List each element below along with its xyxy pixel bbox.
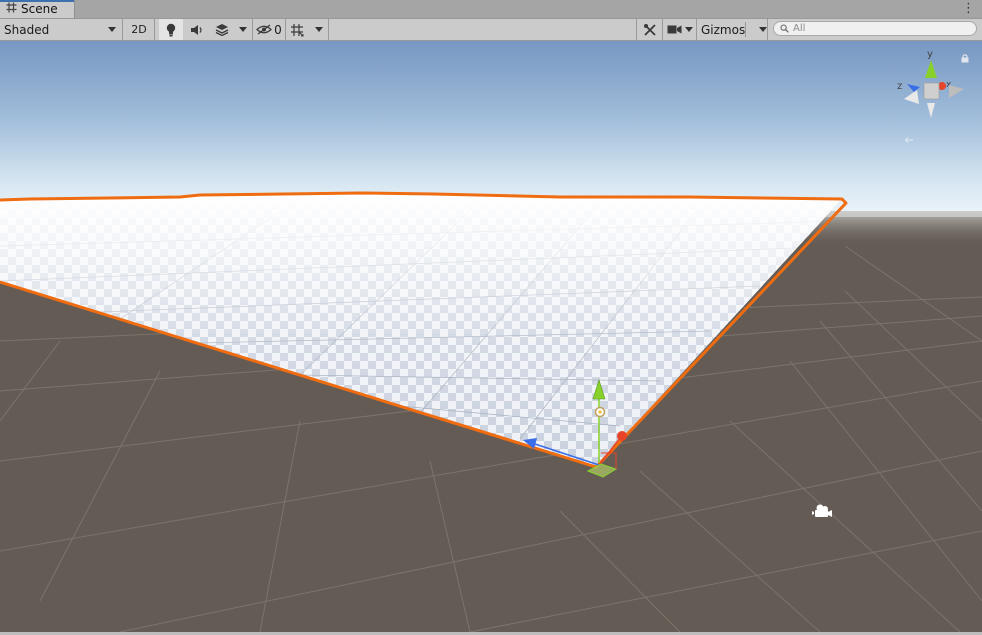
- chevron-down-icon: [239, 27, 247, 32]
- tools-button[interactable]: [639, 19, 661, 40]
- toolbar-divider: [285, 19, 286, 40]
- scene-window: Scene ⋮ Shaded 2D 0 Gizmos All y z x: [0, 0, 982, 635]
- tab-menu-button[interactable]: ⋮: [962, 1, 975, 17]
- search-icon: [780, 24, 789, 33]
- scene-toolbar: Shaded 2D 0 Gizmos All: [0, 19, 982, 41]
- chevron-down-icon: [108, 27, 116, 32]
- tools-icon: [644, 23, 656, 36]
- tab-bar: Scene ⋮: [0, 0, 982, 19]
- gizmos-divider: [745, 22, 746, 37]
- gizmo-neg-z-cone[interactable]: [949, 85, 964, 98]
- gizmos-dropdown[interactable]: Gizmos: [697, 19, 768, 40]
- grid-toggle-button[interactable]: [287, 19, 307, 40]
- sky: [0, 41, 982, 217]
- grid-hash-icon: [6, 2, 17, 16]
- search-input[interactable]: [793, 22, 963, 35]
- toolbar-divider: [154, 19, 155, 40]
- draw-mode-label: Shaded: [4, 22, 50, 37]
- toolbar-divider: [767, 19, 768, 40]
- gizmo-axis-y-label: y: [927, 49, 933, 60]
- gizmo-z-cone[interactable]: [907, 84, 920, 92]
- camera-settings-button[interactable]: [664, 19, 696, 40]
- toolbar-divider: [328, 19, 329, 40]
- speaker-icon: [191, 24, 202, 35]
- chevron-down-icon: [685, 27, 693, 32]
- hidden-count: 0: [274, 22, 282, 37]
- projection-label[interactable]: [904, 133, 964, 147]
- scene-search[interactable]: [773, 21, 977, 36]
- hidden-eye-icon: [256, 24, 273, 35]
- scene-visibility-button[interactable]: 0: [254, 19, 284, 40]
- audio-toggle-button[interactable]: [186, 19, 208, 40]
- draw-mode-dropdown[interactable]: Shaded: [0, 19, 120, 40]
- scene-view-gizmo[interactable]: y z x: [894, 46, 968, 124]
- toolbar-divider: [122, 19, 123, 40]
- gizmos-label: Gizmos: [701, 22, 746, 37]
- lighting-toggle-button[interactable]: [159, 19, 183, 40]
- gizmo-y-cone[interactable]: [925, 60, 937, 78]
- gizmo-neg-x-cone[interactable]: [904, 90, 919, 104]
- gizmo-center-cube[interactable]: [923, 82, 940, 100]
- toolbar-divider: [252, 19, 253, 40]
- toolbar-divider: [662, 19, 663, 40]
- toolbar-divider: [636, 19, 637, 40]
- lock-icon[interactable]: [960, 52, 970, 63]
- effects-layers-icon: [215, 24, 229, 36]
- tab-scene[interactable]: Scene: [0, 0, 75, 18]
- tab-label: Scene: [21, 2, 58, 16]
- effects-dropdown-button[interactable]: [236, 19, 250, 40]
- chevron-down-icon: [315, 27, 323, 32]
- camera-icon: [667, 25, 682, 34]
- grid-snap-icon: [291, 23, 304, 36]
- toggle-2d-button[interactable]: 2D: [127, 19, 151, 40]
- lightbulb-icon: [166, 23, 176, 36]
- scene-viewport[interactable]: [0, 41, 982, 632]
- chevron-left-icon: [904, 137, 913, 143]
- effects-toggle-button[interactable]: [211, 19, 233, 40]
- gizmo-neg-y-cone[interactable]: [927, 103, 935, 118]
- grid-dropdown-button[interactable]: [312, 19, 326, 40]
- scene-camera-icon[interactable]: [811, 503, 833, 521]
- gizmo-axis-z-label: z: [897, 81, 902, 92]
